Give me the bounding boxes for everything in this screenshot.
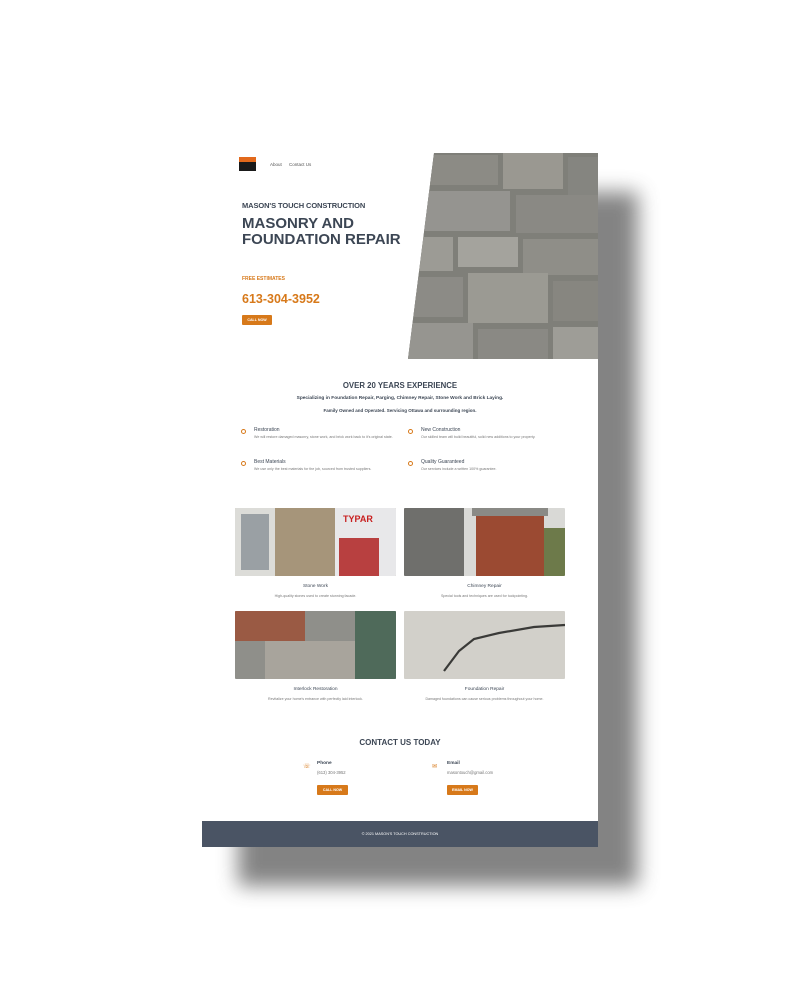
gallery-title: Stone Work bbox=[303, 584, 328, 589]
gallery-desc: High-quality stones used to create stunn… bbox=[274, 594, 357, 598]
company-logo[interactable] bbox=[239, 157, 256, 171]
nav-contact[interactable]: Contact Us bbox=[289, 162, 311, 167]
shield-icon bbox=[408, 461, 413, 466]
gallery-image-chimney-repair[interactable] bbox=[404, 508, 565, 576]
phone-value[interactable]: (613) 304-3952 bbox=[317, 770, 346, 775]
shield-icon bbox=[241, 461, 246, 466]
shield-icon bbox=[241, 429, 246, 434]
email-icon: ✉ bbox=[432, 764, 438, 770]
feature-title: Quality Guaranteed bbox=[421, 459, 465, 465]
gallery-title: Interlock Restoration bbox=[293, 687, 338, 692]
experience-subtitle-2: Family Owned and Operated. Servicing Ott… bbox=[323, 408, 477, 413]
gallery-desc: Special tools and techniques are used fo… bbox=[440, 594, 529, 598]
phone-label: Phone bbox=[317, 761, 332, 766]
hero-headline: MASONRY AND FOUNDATION REPAIR bbox=[242, 215, 401, 248]
feature-desc: We will restore damaged masonry, stone w… bbox=[254, 435, 393, 439]
call-now-button[interactable]: CALL NOW bbox=[242, 315, 272, 325]
contact-email-button[interactable]: EMAIL NOW bbox=[447, 785, 478, 795]
gallery-image-foundation[interactable] bbox=[404, 611, 565, 679]
hero-stone-wall-image bbox=[408, 153, 598, 359]
phone-icon: ☏ bbox=[303, 764, 311, 770]
free-estimates-label: FREE ESTIMATES bbox=[242, 276, 285, 282]
email-value[interactable]: masontouch@gmail.com bbox=[447, 770, 493, 775]
gallery-title: Chimney Repair bbox=[467, 584, 502, 589]
feature-desc: Our services include a written 100% guar… bbox=[421, 467, 497, 471]
gallery-image-stone-work[interactable]: TYPAR bbox=[235, 508, 396, 576]
top-nav: About Contact Us bbox=[270, 162, 317, 167]
feature-desc: Our skilled team will build beautiful, s… bbox=[421, 435, 536, 439]
experience-subtitle: Specializing in Foundation Repair, Pargi… bbox=[296, 396, 504, 401]
gallery-title: Foundation Repair bbox=[464, 687, 505, 692]
shield-icon bbox=[408, 429, 413, 434]
nav-about[interactable]: About bbox=[270, 162, 282, 167]
website-mockup: About Contact Us MASON'S TOUCH CONSTRUCT… bbox=[202, 153, 598, 847]
contact-call-button[interactable]: CALL NOW bbox=[317, 785, 348, 795]
hero-phone-number[interactable]: 613-304-3952 bbox=[242, 292, 320, 306]
feature-title: Restoration bbox=[254, 427, 280, 433]
footer: © 2021 MASON'S TOUCH CONSTRUCTION bbox=[202, 821, 598, 847]
feature-desc: We use only the best materials for the j… bbox=[254, 467, 372, 471]
brand-name: MASON'S TOUCH CONSTRUCTION bbox=[242, 201, 366, 210]
gallery-image-interlock[interactable] bbox=[235, 611, 396, 679]
feature-title: Best Materials bbox=[254, 459, 286, 465]
email-label: Email bbox=[447, 761, 460, 766]
experience-title: OVER 20 YEARS EXPERIENCE bbox=[342, 381, 458, 390]
feature-title: New Construction bbox=[421, 427, 461, 433]
gallery-desc: Damaged foundations can cause serious pr… bbox=[425, 697, 544, 701]
svg-text:TYPAR: TYPAR bbox=[343, 514, 373, 524]
gallery-desc: Revitalize your home's entrance with per… bbox=[268, 697, 363, 701]
contact-title: CONTACT US TODAY bbox=[359, 738, 441, 747]
